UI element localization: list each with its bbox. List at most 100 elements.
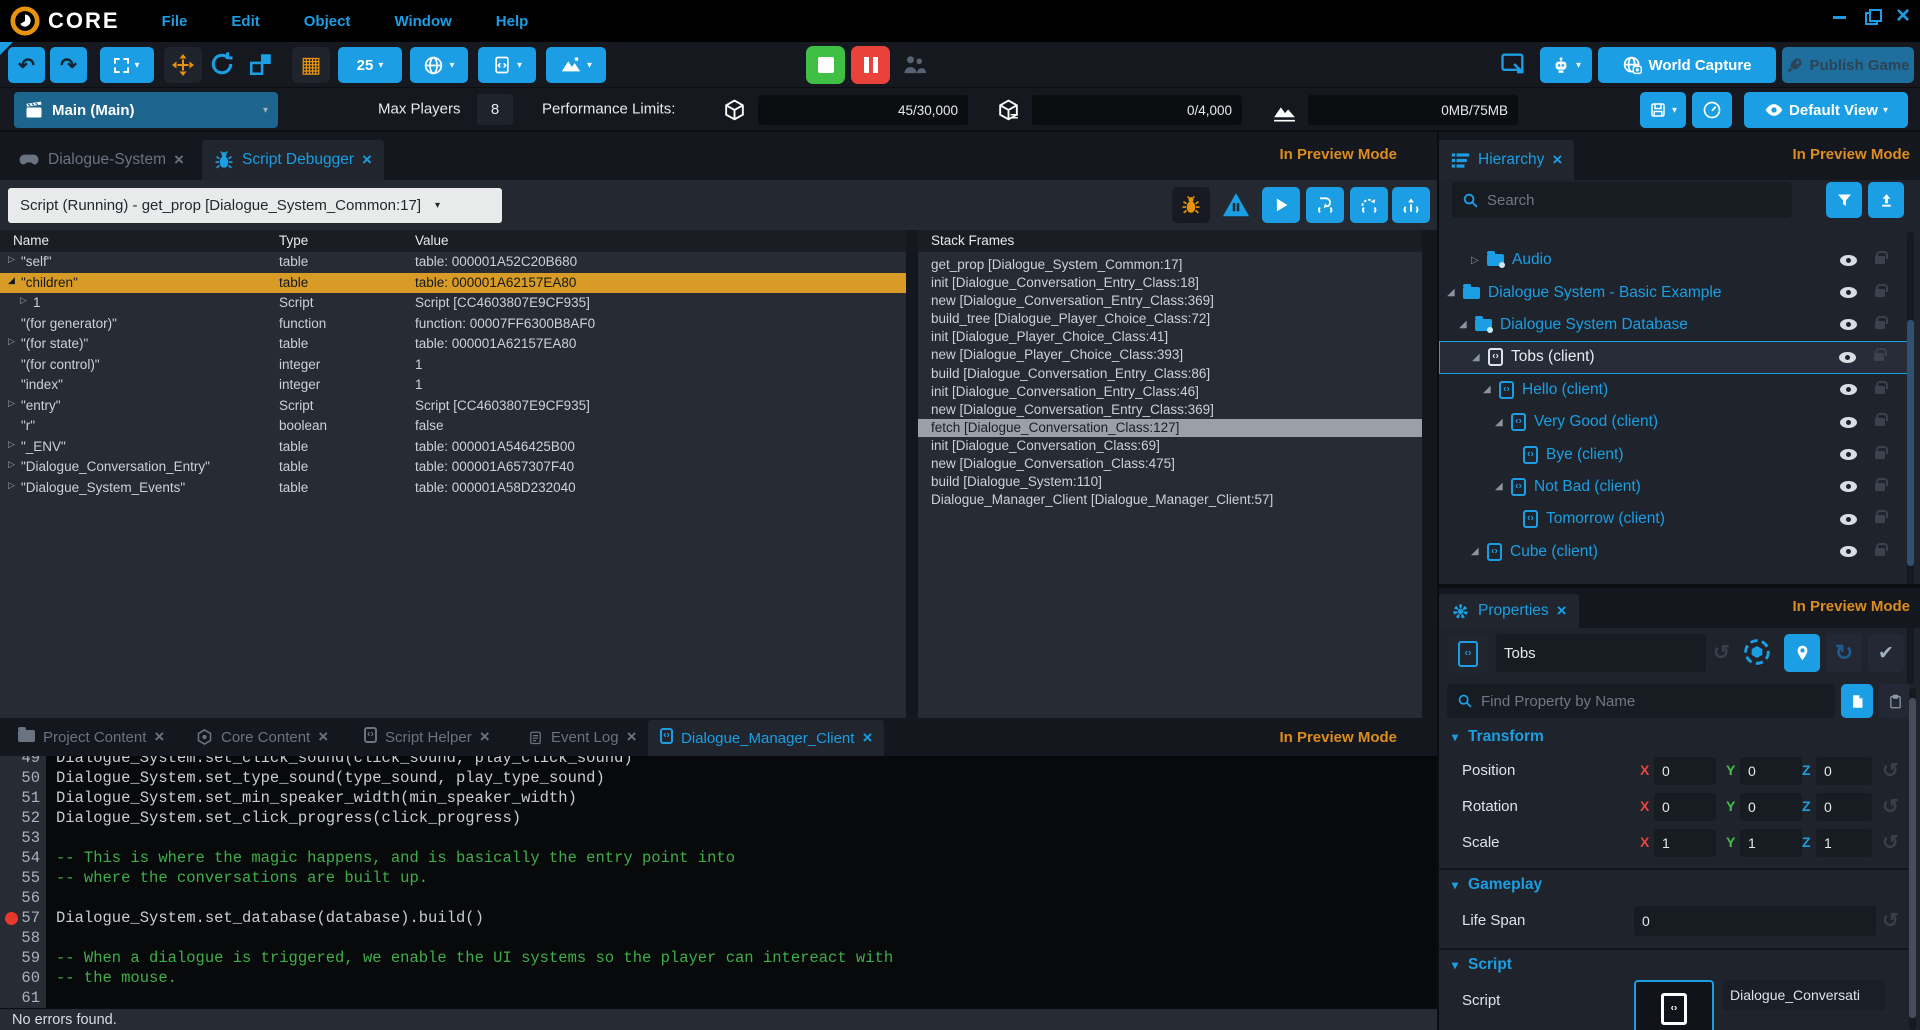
lock-icon[interactable]: [1875, 515, 1885, 523]
lock-icon[interactable]: [1875, 451, 1885, 459]
pause-preview-button[interactable]: [851, 46, 890, 84]
line-number[interactable]: 56: [0, 888, 40, 908]
max-players-value[interactable]: 8: [477, 94, 513, 125]
close-icon[interactable]: [1557, 601, 1567, 621]
find-in-scene-button[interactable]: [1784, 634, 1820, 672]
line-number[interactable]: 57: [0, 908, 40, 928]
close-icon[interactable]: [627, 727, 637, 747]
line-number[interactable]: 55: [0, 868, 40, 888]
code-line[interactable]: 61: [0, 988, 1437, 1008]
section-script[interactable]: Script: [1452, 956, 1512, 974]
line-number[interactable]: 53: [0, 828, 40, 848]
variable-row[interactable]: ▷"(for state)"tabletable: 000001A62157EA…: [0, 334, 906, 355]
expand-arrow-icon[interactable]: ▷: [8, 254, 15, 265]
rotate-tool-button[interactable]: [208, 50, 236, 78]
expand-arrow-icon[interactable]: ▷: [8, 398, 15, 409]
hierarchy-item[interactable]: Tomorrow (client): [1439, 503, 1913, 535]
line-number[interactable]: 60: [0, 968, 40, 988]
expand-arrow-icon[interactable]: ▷: [20, 295, 27, 306]
lock-icon[interactable]: [1875, 256, 1885, 264]
world-capture-button[interactable]: World Capture: [1598, 47, 1776, 83]
position-y-field[interactable]: [1740, 757, 1802, 785]
expand-arrow-icon[interactable]: ◢: [1447, 287, 1463, 298]
stack-frame[interactable]: new [Dialogue_Player_Choice_Class:393]: [918, 346, 1422, 364]
lock-icon[interactable]: [1874, 353, 1884, 361]
variable-row[interactable]: ▷1ScriptScript [CC4603807E9CF935]: [0, 293, 906, 314]
code-line[interactable]: 50Dialogue_System.set_type_sound(type_so…: [0, 768, 1437, 788]
reset-rotation-icon[interactable]: ↺: [1882, 794, 1899, 819]
line-number[interactable]: 54: [0, 848, 40, 868]
stack-frame[interactable]: init [Dialogue_Conversation_Entry_Class:…: [918, 383, 1422, 401]
close-icon[interactable]: [362, 150, 372, 170]
script-asset-name[interactable]: Dialogue_Conversati: [1722, 980, 1886, 1010]
tab-core-content[interactable]: Core Content: [184, 720, 340, 754]
debug-toggle-button[interactable]: [1172, 187, 1210, 223]
select-tool-dropdown[interactable]: [100, 47, 154, 83]
scene-selector-dropdown[interactable]: Main (Main): [14, 92, 278, 128]
save-dropdown[interactable]: [1640, 92, 1686, 128]
reset-life-span-icon[interactable]: ↺: [1882, 908, 1899, 933]
visibility-eye-icon[interactable]: [1840, 449, 1857, 460]
lock-icon[interactable]: [1875, 548, 1885, 556]
world-settings-dropdown[interactable]: [410, 47, 468, 83]
hierarchy-item[interactable]: ◢Not Bad (client): [1439, 471, 1913, 503]
expand-arrow-icon[interactable]: ◢: [1471, 546, 1487, 557]
variable-row[interactable]: ▷"entry"ScriptScript [CC4603807E9CF935]: [0, 396, 906, 417]
stack-frame[interactable]: new [Dialogue_Conversation_Entry_Class:3…: [918, 292, 1422, 310]
variable-row[interactable]: "index"integer1: [0, 375, 906, 396]
find-property-search[interactable]: [1447, 684, 1835, 718]
hierarchy-item[interactable]: ◢Tobs (client): [1439, 341, 1913, 373]
variable-row[interactable]: "r"booleanfalse: [0, 416, 906, 437]
copy-properties-button[interactable]: [1841, 684, 1873, 718]
menu-file[interactable]: File: [162, 13, 188, 30]
code-editor[interactable]: 49Dialogue_System.set_click_sound(click_…: [0, 756, 1437, 1008]
expand-arrow-icon[interactable]: ◢: [8, 275, 15, 286]
menu-help[interactable]: Help: [496, 13, 529, 30]
redo-button[interactable]: ↷: [50, 47, 87, 83]
stack-frame[interactable]: new [Dialogue_Conversation_Class:475]: [918, 455, 1422, 473]
lock-icon[interactable]: [1875, 321, 1885, 329]
line-number[interactable]: 59: [0, 948, 40, 968]
stack-frame[interactable]: init [Dialogue_Conversation_Entry_Class:…: [918, 274, 1422, 292]
publish-game-button[interactable]: Publish Game: [1782, 47, 1914, 83]
hierarchy-item[interactable]: ◢Hello (client): [1439, 374, 1913, 406]
expand-arrow-icon[interactable]: ▷: [1471, 255, 1487, 266]
tab-script-helper[interactable]: Script Helper: [352, 720, 502, 754]
hierarchy-search[interactable]: [1452, 182, 1792, 218]
properties-scrollbar[interactable]: [1909, 688, 1916, 1030]
minimize-button[interactable]: [1832, 8, 1848, 24]
grid-snap-button[interactable]: ▦: [292, 47, 330, 83]
code-line[interactable]: 55-- where the conversations are built u…: [0, 868, 1437, 888]
stack-frame[interactable]: build_tree [Dialogue_Player_Choice_Class…: [918, 310, 1422, 328]
reset-scale-icon[interactable]: ↺: [1882, 830, 1899, 855]
scale-y-field[interactable]: [1740, 829, 1802, 857]
menu-object[interactable]: Object: [304, 13, 351, 30]
reset-position-icon[interactable]: ↺: [1882, 758, 1899, 783]
restore-button[interactable]: [1864, 8, 1880, 24]
code-line[interactable]: 58: [0, 928, 1437, 948]
code-line[interactable]: 52Dialogue_System.set_click_progress(cli…: [0, 808, 1437, 828]
variable-row[interactable]: ▷"_ENV"tabletable: 000001A546425B00: [0, 437, 906, 458]
tab-properties[interactable]: Properties: [1439, 594, 1579, 628]
step-over-button[interactable]: [1350, 187, 1388, 223]
stack-frame[interactable]: init [Dialogue_Conversation_Class:69]: [918, 437, 1422, 455]
tab-dialogue-system[interactable]: Dialogue-System: [6, 140, 196, 180]
variable-row[interactable]: ▷"Dialogue_System_Events"tabletable: 000…: [0, 478, 906, 499]
variable-row[interactable]: ▷"self"tabletable: 000001A52C20B680: [0, 252, 906, 273]
expand-arrow-icon[interactable]: ◢: [1459, 319, 1475, 330]
scale-tool-button[interactable]: [248, 51, 274, 77]
apply-button[interactable]: ✔: [1868, 634, 1904, 672]
hierarchy-item[interactable]: ◢Dialogue System - Basic Example: [1439, 276, 1913, 308]
tab-hierarchy[interactable]: Hierarchy: [1439, 140, 1574, 180]
scale-x-field[interactable]: [1654, 829, 1716, 857]
performance-gauge-button[interactable]: [1692, 92, 1732, 128]
stack-frame[interactable]: build [Dialogue_System:110]: [918, 473, 1422, 491]
code-line[interactable]: 57Dialogue_System.set_database(database)…: [0, 908, 1437, 928]
line-number[interactable]: 52: [0, 808, 40, 828]
lock-icon[interactable]: [1875, 483, 1885, 491]
scale-z-field[interactable]: [1816, 829, 1872, 857]
grid-size-dropdown[interactable]: 25: [338, 47, 402, 83]
hierarchy-item[interactable]: Bye (client): [1439, 438, 1913, 470]
visibility-eye-icon[interactable]: [1840, 255, 1857, 266]
code-line[interactable]: 59-- When a dialogue is triggered, we en…: [0, 948, 1437, 968]
